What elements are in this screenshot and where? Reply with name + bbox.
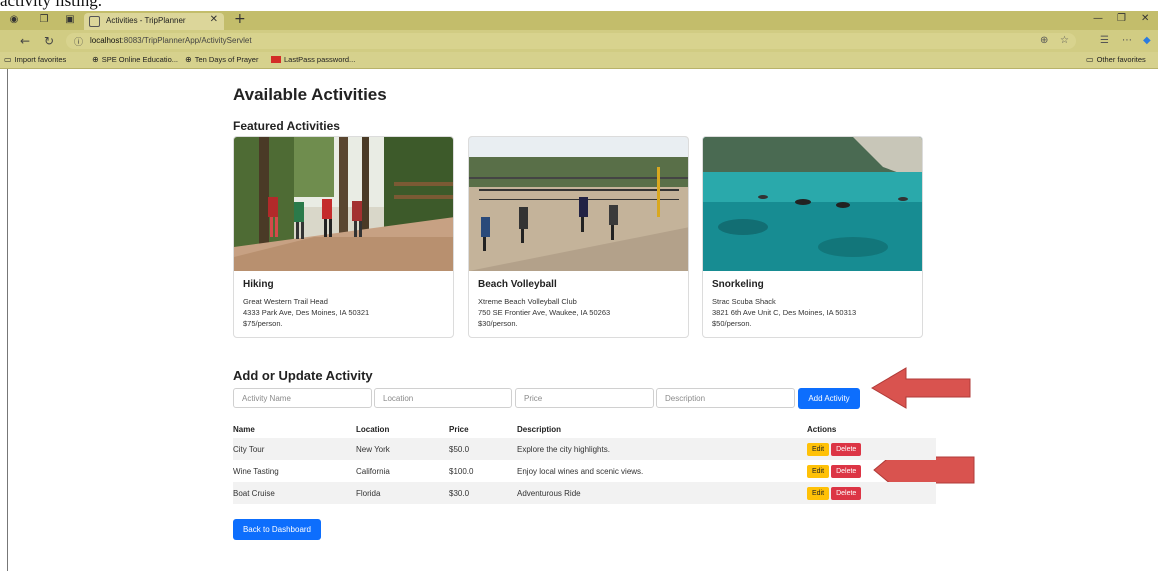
card-price: $30/person. [478, 319, 518, 328]
profile-icon[interactable]: ◉ [8, 14, 20, 26]
cell-name: City Tour [233, 438, 356, 460]
cell-location: New York [356, 438, 449, 460]
cell-name: Wine Tasting [233, 466, 279, 476]
card-venue: Great Western Trail Head [243, 297, 328, 306]
table-header-row: Name Location Price Description Actions [233, 420, 936, 438]
refresh-icon[interactable]: ↻ [44, 34, 54, 48]
document-caption-fragment: activity listing. [0, 0, 1158, 11]
url-text[interactable]: localhost:8083/TripPlannerApp/ActivitySe… [90, 36, 252, 45]
column-header-name: Name [233, 424, 255, 434]
cell-actions: Edit Delete [807, 460, 936, 482]
copilot-icon[interactable]: ◆ [1143, 35, 1151, 46]
delete-button[interactable]: Delete [831, 464, 862, 478]
activity-card-beach-volleyball: Beach Volleyball Xtreme Beach Volleyball… [468, 136, 689, 338]
browser-titlebar: ◉ ❐ ▣ Activities - TripPlanner ✕ + — ❐ ✕ [0, 11, 1158, 30]
folder-icon: ▭ [4, 55, 12, 64]
cell-description: Explore the city highlights. [517, 438, 807, 460]
close-window-icon[interactable]: ✕ [1141, 13, 1149, 24]
card-title: Snorkeling [712, 279, 764, 290]
workspaces-icon[interactable]: ❐ [38, 14, 50, 26]
table-row: Wine Tasting California $100.0 Enjoy loc… [233, 460, 936, 482]
description-input[interactable]: Description [656, 388, 795, 408]
cell-actions: Edit Delete [807, 482, 936, 504]
other-favorites[interactable]: ▭ Other favorites [1086, 55, 1146, 64]
address-bar[interactable]: ⓘ localhost:8083/TripPlannerApp/Activity… [66, 33, 1076, 49]
cell-price: $100.0 [449, 466, 474, 476]
cell-description: Adventurous Ride [517, 482, 807, 504]
more-menu-icon[interactable]: ⋯ [1122, 35, 1132, 46]
location-input[interactable]: Location [374, 388, 512, 408]
back-arrow-icon[interactable]: ← [20, 34, 30, 48]
close-tab-icon[interactable]: ✕ [210, 14, 218, 25]
activity-name-input[interactable]: Activity Name [233, 388, 372, 408]
delete-button[interactable]: Delete [831, 486, 862, 500]
favorite-prayer[interactable]: ⊕ Ten Days of Prayer [185, 55, 258, 64]
back-to-dashboard-button[interactable]: Back to Dashboard [233, 519, 321, 540]
card-address: 4333 Park Ave, Des Moines, IA 50321 [243, 308, 370, 317]
favorites-bar: ▭ Import favorites ⊕ SPE Online Educatio..… [0, 52, 1158, 69]
table-row: Boat Cruise Florida $30.0 Adventurous Ri… [233, 482, 936, 504]
price-input[interactable]: Price [515, 388, 654, 408]
cell-actions: Edit Delete [807, 438, 936, 460]
form-title: Add or Update Activity [233, 368, 373, 383]
cell-location: California [356, 466, 390, 476]
zoom-icon[interactable]: ⊕ [1040, 35, 1048, 46]
folder-icon: ▭ [1086, 55, 1094, 64]
column-header-description: Description [517, 424, 562, 434]
page-favicon-icon [89, 16, 100, 27]
card-price: $50/person. [712, 319, 752, 328]
favorites-list-icon[interactable]: ☰ [1100, 35, 1109, 46]
hiking-photo [234, 137, 453, 271]
lastpass-icon [271, 56, 281, 63]
activity-card-hiking: Hiking Great Western Trail Head 4333 Par… [233, 136, 454, 338]
cell-price: $30.0 [449, 482, 517, 504]
browser-tab-activities[interactable]: Activities - TripPlanner ✕ [84, 13, 224, 30]
browser-toolbar: ← ↻ ⓘ localhost:8083/TripPlannerApp/Acti… [0, 30, 1158, 52]
activities-table: Name Location Price Description Actions … [233, 420, 936, 504]
featured-title: Featured Activities [233, 119, 340, 133]
card-title: Beach Volleyball [478, 279, 557, 290]
delete-button[interactable]: Delete [831, 442, 862, 456]
cell-price: $50.0 [449, 438, 517, 460]
favorite-spe[interactable]: ⊕ SPE Online Educatio... [92, 55, 178, 64]
card-venue: Strac Scuba Shack [712, 297, 776, 306]
card-address: 750 SE Frontier Ave, Waukee, IA 50263 [478, 308, 611, 317]
card-title: Hiking [243, 279, 274, 290]
favorite-import[interactable]: ▭ Import favorites [4, 55, 66, 64]
favorite-lastpass[interactable]: LastPass password... [271, 55, 355, 64]
favorite-star-icon[interactable]: ☆ [1060, 35, 1069, 46]
column-header-price: Price [449, 424, 469, 434]
tab-title: Activities - TripPlanner [106, 16, 186, 25]
page-content: Available Activities Featured Activities [0, 69, 1158, 571]
edit-button[interactable]: Edit [807, 442, 830, 456]
snorkeling-photo [703, 137, 922, 271]
globe-icon: ⊕ [92, 55, 99, 64]
edit-button[interactable]: Edit [807, 486, 830, 500]
column-header-location: Location [356, 424, 390, 434]
card-price: $75/person. [243, 319, 283, 328]
info-icon[interactable]: ⓘ [74, 35, 83, 48]
tab-actions-icon[interactable]: ▣ [64, 14, 76, 26]
table-row: City Tour New York $50.0 Explore the cit… [233, 438, 936, 460]
column-header-actions: Actions [807, 424, 837, 434]
add-activity-button[interactable]: Add Activity [798, 388, 860, 409]
cell-name: Boat Cruise [233, 482, 356, 504]
cell-location: Florida [356, 482, 449, 504]
annotation-arrow-add [871, 367, 971, 409]
card-address: 3821 6th Ave Unit C, Des Moines, IA 5031… [712, 308, 857, 317]
beach-volleyball-photo [469, 137, 688, 271]
activity-card-snorkeling: Snorkeling Strac Scuba Shack 3821 6th Av… [702, 136, 923, 338]
card-venue: Xtreme Beach Volleyball Club [478, 297, 577, 306]
maximize-icon[interactable]: ❐ [1117, 13, 1126, 24]
edit-button[interactable]: Edit [807, 464, 830, 478]
page-title: Available Activities [233, 85, 387, 104]
globe-icon: ⊕ [185, 55, 192, 64]
new-tab-button[interactable]: + [234, 11, 246, 27]
cell-description: Enjoy local wines and scenic views. [517, 466, 644, 476]
minimize-icon[interactable]: — [1093, 13, 1103, 24]
